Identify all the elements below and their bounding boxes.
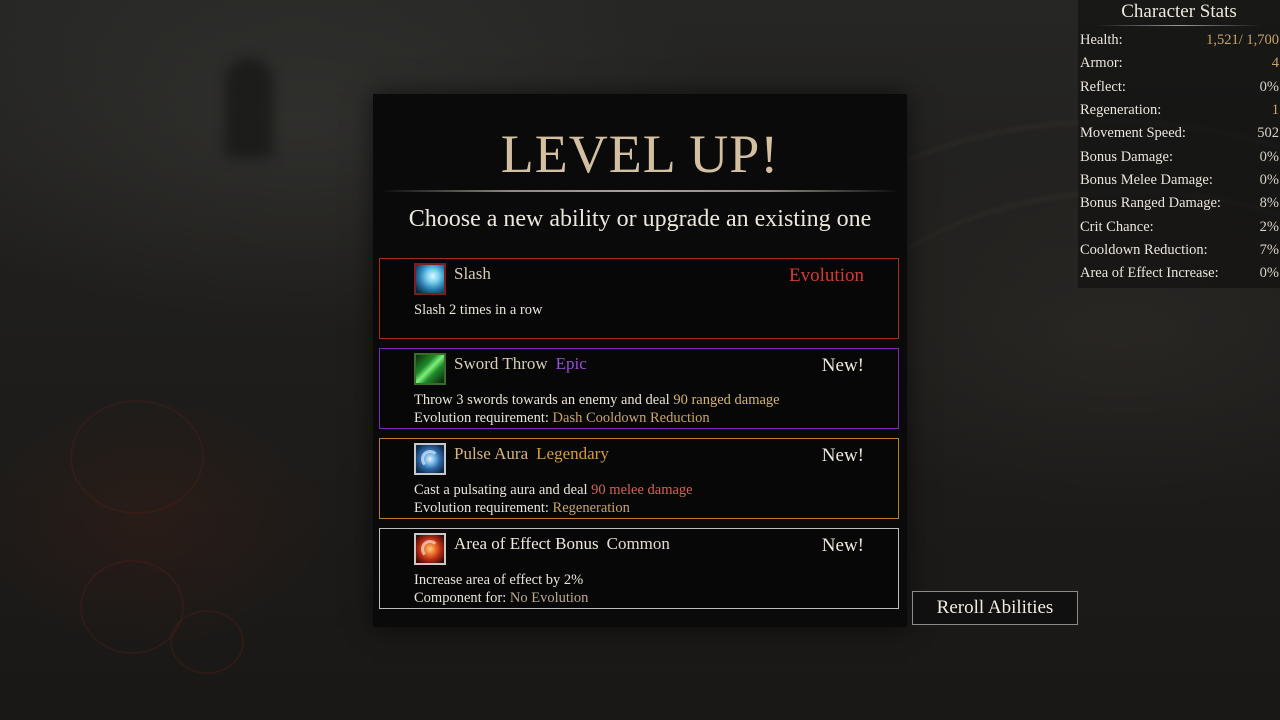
stat-row-health: Health: 1,521/ 1,700: [1080, 29, 1279, 52]
stats-divider: [1096, 25, 1262, 26]
ability-name-text: Sword Throw: [454, 354, 548, 373]
damage-highlight: 90 ranged damage: [673, 392, 780, 408]
stat-label: Cooldown Reduction:: [1080, 242, 1208, 258]
stat-value: 0%: [1259, 172, 1279, 188]
stat-value: 1,521/ 1,700: [1206, 32, 1279, 48]
title-divider: [380, 190, 900, 192]
evolution-requirement: Evolution requirement: Regeneration: [414, 499, 630, 517]
ability-description: Throw 3 swords towards an enemy and deal…: [414, 391, 780, 409]
background-rune: [70, 400, 204, 514]
stat-row-cooldown-reduction: Cooldown Reduction: 7%: [1080, 239, 1279, 262]
evolution-requirement: Evolution requirement: Dash Cooldown Red…: [414, 409, 710, 427]
requirement-label: Evolution requirement:: [414, 500, 553, 516]
stat-value: 2%: [1259, 219, 1279, 235]
stat-value: 1: [1271, 102, 1279, 118]
rarity-label-common: Common: [606, 534, 670, 553]
background-rune: [80, 560, 184, 654]
stat-label: Area of Effect Increase:: [1080, 265, 1219, 281]
damage-highlight: 90 melee damage: [591, 482, 693, 498]
description-text: Throw 3 swords towards an enemy and deal: [414, 392, 674, 408]
stat-row-bonus-ranged-damage: Bonus Ranged Damage: 8%: [1080, 192, 1279, 215]
stat-label: Bonus Ranged Damage:: [1080, 195, 1221, 211]
requirement-label: Evolution requirement:: [414, 410, 553, 426]
ability-name: Area of Effect Bonus Common: [454, 534, 670, 554]
ability-name-text: Pulse Aura: [454, 444, 529, 463]
background-rune: [170, 610, 244, 674]
stat-row-armor: Armor: 4: [1080, 52, 1279, 75]
ability-card-pulse-aura[interactable]: Pulse Aura Legendary New! Cast a pulsatin…: [379, 438, 899, 519]
requirement-value: Regeneration: [552, 500, 630, 516]
stat-value: 0%: [1259, 149, 1279, 165]
stat-row-crit-chance: Crit Chance: 2%: [1080, 216, 1279, 239]
stat-value: 0%: [1259, 265, 1279, 281]
stat-label: Armor:: [1080, 55, 1123, 71]
stats-title: Character Stats: [1121, 1, 1237, 22]
ability-name: Slash: [454, 264, 491, 284]
ability-name-text: Slash: [454, 264, 491, 283]
stat-value: 4: [1271, 55, 1279, 71]
description-text: Cast a pulsating aura and deal: [414, 482, 592, 498]
ability-name-text: Area of Effect Bonus: [454, 534, 599, 553]
stat-label: Health:: [1080, 32, 1123, 48]
ability-description: Slash 2 times in a row: [414, 302, 543, 318]
slash-icon: [414, 263, 446, 295]
stat-value: 502: [1257, 125, 1279, 141]
stat-label: Regeneration:: [1080, 102, 1162, 118]
stat-value: 8%: [1259, 195, 1279, 211]
ability-card-slash[interactable]: Slash Evolution Slash 2 times in a row: [379, 258, 899, 339]
new-tag: New!: [821, 535, 864, 556]
stat-row-bonus-damage: Bonus Damage: 0%: [1080, 146, 1279, 169]
stat-label: Reflect:: [1080, 79, 1126, 95]
stat-label: Movement Speed:: [1080, 125, 1186, 141]
stat-row-bonus-melee-damage: Bonus Melee Damage: 0%: [1080, 169, 1279, 192]
component-label: Component for:: [414, 590, 510, 606]
rarity-label-epic: Epic: [555, 354, 587, 373]
stat-row-area-of-effect-increase: Area of Effect Increase: 0%: [1080, 262, 1279, 285]
sword-throw-icon: [414, 353, 446, 385]
reroll-abilities-button[interactable]: Reroll Abilities: [912, 591, 1078, 625]
requirement-value: Dash Cooldown Reduction: [552, 410, 710, 426]
ability-card-sword-throw[interactable]: Sword Throw Epic New! Throw 3 swords towa…: [379, 348, 899, 429]
stat-label: Crit Chance:: [1080, 219, 1154, 235]
stat-row-regeneration: Regeneration: 1: [1080, 99, 1279, 122]
ability-name: Pulse Aura Legendary: [454, 444, 609, 464]
ability-name: Sword Throw Epic: [454, 354, 587, 374]
stat-row-reflect: Reflect: 0%: [1080, 76, 1279, 99]
rarity-label-legendary: Legendary: [536, 444, 609, 463]
stat-row-movement-speed: Movement Speed: 502: [1080, 122, 1279, 145]
stat-label: Bonus Melee Damage:: [1080, 172, 1213, 188]
stat-label: Bonus Damage:: [1080, 149, 1174, 165]
evolution-tag: Evolution: [789, 265, 864, 286]
area-of-effect-icon: [414, 533, 446, 565]
ability-description: Cast a pulsating aura and deal 90 melee …: [414, 481, 693, 499]
ability-card-area-of-effect-bonus[interactable]: Area of Effect Bonus Common New! Increase…: [379, 528, 899, 609]
character-stats-panel: Character Stats Health: 1,521/ 1,700 Armo…: [1078, 0, 1280, 288]
new-tag: New!: [821, 355, 864, 376]
stat-value: 0%: [1259, 79, 1279, 95]
new-tag: New!: [821, 445, 864, 466]
level-up-subtitle: Choose a new ability or upgrade an exist…: [408, 206, 872, 232]
component-value: No Evolution: [509, 590, 589, 606]
pulse-aura-icon: [414, 443, 446, 475]
component-for: Component for: No Evolution: [414, 589, 588, 607]
ability-description: Increase area of effect by 2%: [414, 572, 584, 588]
stat-value: 7%: [1259, 242, 1279, 258]
